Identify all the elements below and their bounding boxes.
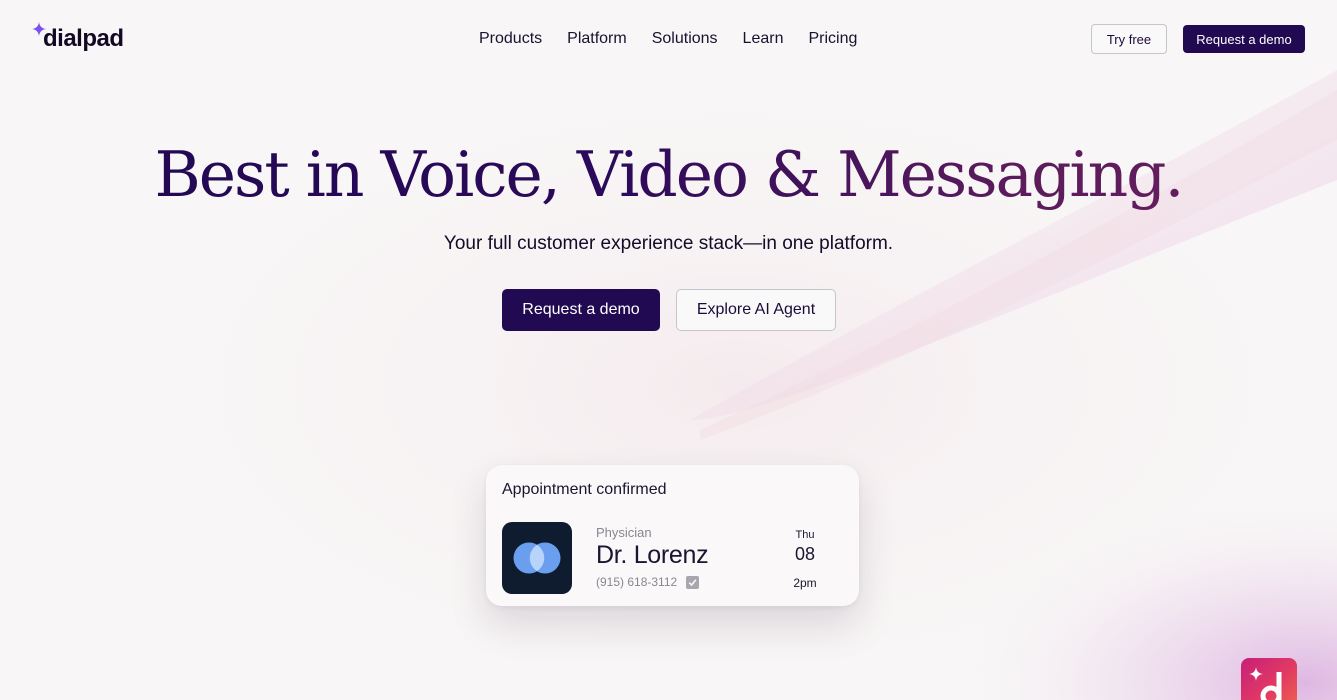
overlapping-circles-icon <box>502 522 572 594</box>
appointment-time: 2pm <box>793 576 817 590</box>
nav-solutions[interactable]: Solutions <box>652 30 718 48</box>
explore-ai-agent-button[interactable]: Explore AI Agent <box>676 289 836 331</box>
dialpad-logo[interactable]: dialpad <box>32 22 124 53</box>
physician-phone-row: (915) 618-3112 <box>596 575 700 589</box>
nav-learn[interactable]: Learn <box>743 30 784 48</box>
appointment-card: Appointment confirmed Physician Dr. Lore… <box>486 465 859 606</box>
main-nav: Products Platform Solutions Learn Pricin… <box>479 30 857 48</box>
site-header: dialpad Products Platform Solutions Lear… <box>0 0 1337 78</box>
nav-pricing[interactable]: Pricing <box>808 30 857 48</box>
appointment-day: Thu <box>795 529 815 541</box>
physician-phone: (915) 618-3112 <box>596 575 678 589</box>
try-free-button[interactable]: Try free <box>1091 24 1167 54</box>
page: dialpad Products Platform Solutions Lear… <box>0 0 1337 700</box>
sparkle-icon <box>32 22 46 36</box>
nav-products[interactable]: Products <box>479 30 542 48</box>
appointment-date: 08 <box>794 544 816 564</box>
dialpad-ai-badge-icon[interactable] <box>1241 658 1297 700</box>
hero-title: Best in Voice, Video & Messaging. <box>0 138 1337 211</box>
physician-role: Physician <box>596 525 652 540</box>
hero-request-demo-button[interactable]: Request a demo <box>502 289 660 331</box>
header-request-demo-button[interactable]: Request a demo <box>1183 25 1305 53</box>
physician-name: Dr. Lorenz <box>596 541 709 569</box>
checkmark-icon <box>686 575 700 589</box>
nav-platform[interactable]: Platform <box>567 30 627 48</box>
overlapping-circles-graphic <box>513 542 561 574</box>
appointment-card-title: Appointment confirmed <box>502 481 667 498</box>
logo-wordmark: dialpad <box>43 25 124 52</box>
hero-subtitle: Your full customer experience stack—in o… <box>443 233 894 254</box>
badge-graphic <box>1249 667 1282 700</box>
